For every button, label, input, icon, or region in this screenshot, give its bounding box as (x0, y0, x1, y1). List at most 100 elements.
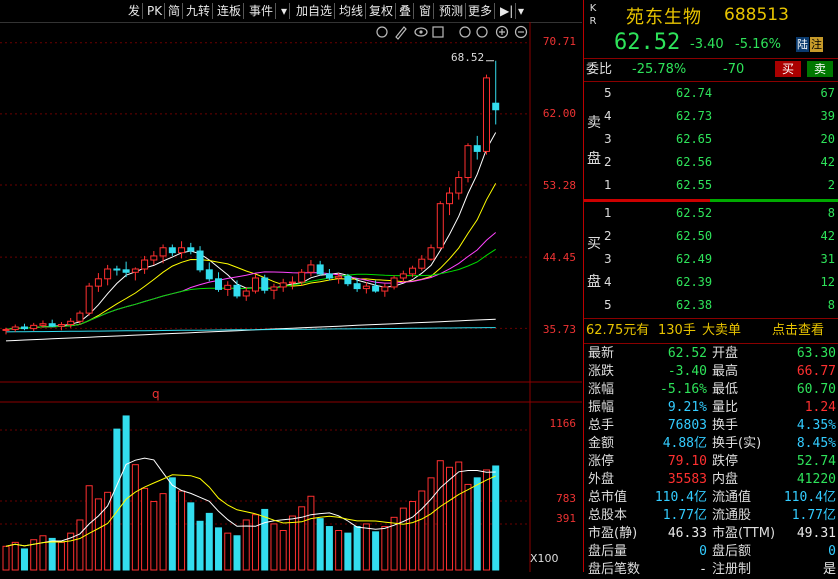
candle-body (307, 264, 315, 273)
candlestick-chart[interactable] (0, 22, 582, 572)
quote-value: 52.74 (796, 454, 836, 469)
candle-body (335, 275, 343, 279)
quote-value: -5.16% (660, 382, 707, 397)
volume-bar (307, 495, 315, 571)
volume-bar (473, 477, 481, 571)
candle-body (215, 278, 223, 290)
layout-icon[interactable] (432, 26, 444, 38)
volume-bar (362, 523, 370, 571)
toolbar-fa-button[interactable]: 发 (126, 3, 144, 19)
quote-label: 盘后笔数 (588, 562, 641, 577)
bid-row[interactable]: 3 62.49 31 (584, 249, 838, 270)
quote-label: 内盘 (712, 472, 739, 487)
volume-bar (399, 507, 407, 571)
candle-body (446, 192, 454, 205)
volume-bar (104, 491, 112, 571)
candle-body (455, 177, 463, 194)
quote-label: 总手 (588, 418, 615, 433)
quote-label: 盘后量 (588, 544, 628, 559)
toolbar-forecast-button[interactable]: 预测 (437, 3, 467, 19)
quote-label: 总市值 (588, 490, 628, 505)
toolbar-adjust-button[interactable]: 复权 (367, 3, 397, 19)
volume-bar (178, 490, 186, 571)
toolbar-lianban-button[interactable]: 连板 (215, 3, 245, 19)
toolbar-pk-button[interactable]: PK (145, 3, 166, 19)
volume-bar (150, 501, 158, 571)
ask-volume: 20 (820, 132, 835, 146)
volume-bar (381, 526, 389, 571)
toolbar-more-button[interactable]: 更多 (466, 3, 496, 19)
toolbar-jiuzhuan-button[interactable]: 九转 (184, 3, 214, 19)
volume-bar (233, 535, 241, 571)
quote-value: 63.30 (796, 346, 836, 361)
ask-row[interactable]: 4 62.73 39 (584, 106, 838, 127)
bid-volume: 31 (820, 252, 835, 266)
quote-label: 涨幅 (588, 382, 615, 397)
chart-area[interactable]: 70.71 62.00 53.28 44.45 35.73 1166 783 3… (0, 22, 582, 572)
big-order-view-link[interactable]: 点击查看 (772, 320, 824, 342)
candle-body (2, 328, 10, 331)
volume-bar (353, 526, 361, 571)
quote-value: 0 (828, 544, 836, 559)
toolbar-play-dropdown-icon[interactable]: ▾ (516, 3, 526, 19)
bid-row[interactable]: 5 62.38 8 (584, 295, 838, 316)
fullscreen-icon[interactable] (476, 26, 488, 38)
toolbar-simple-button[interactable]: 简 (166, 3, 184, 19)
bid-row[interactable]: 4 62.39 12 (584, 272, 838, 293)
quote-label: 最新 (588, 346, 615, 361)
candle-body (288, 281, 296, 284)
quote-value: - (699, 562, 707, 577)
bid-row[interactable]: 1 62.52 8 (584, 203, 838, 224)
target-icon[interactable] (459, 26, 471, 38)
quote-label: 振幅 (588, 400, 615, 415)
toolbar-ma-button[interactable]: 均线 (337, 3, 367, 19)
bid-volume: 12 (820, 275, 835, 289)
ask-level: 2 (604, 155, 612, 169)
quote-label: 量比 (712, 400, 739, 415)
volume-bar (187, 502, 195, 571)
chart-tool-icons[interactable] (376, 25, 528, 40)
price-tick-label: 62.00 (542, 107, 576, 120)
price-tick-label: 70.71 (542, 35, 576, 48)
candle-body (362, 285, 370, 290)
big-order-row[interactable]: 62.75元有 130手 大卖单 点击查看 (584, 320, 838, 342)
settings-icon[interactable] (376, 26, 388, 38)
sell-button[interactable]: 卖 (807, 61, 833, 77)
chart-toolbar: 发 PK 简 九转 连板 事件 ▾ 加自选 均线 复权 叠 窗 预测 更多 ▶|… (0, 0, 582, 23)
volume-bar (316, 518, 324, 571)
toolbar-overlay-button[interactable]: 叠 (397, 3, 415, 19)
toolbar-play-icon[interactable]: ▶| (498, 3, 517, 19)
buy-button[interactable]: 买 (775, 61, 801, 77)
candle-body (298, 271, 306, 283)
toolbar-events-button[interactable]: 事件 (247, 3, 277, 19)
quote-label: 外盘 (588, 472, 615, 487)
candle-body (492, 102, 500, 111)
quote-value: 110.4亿 (783, 490, 836, 505)
volume-bar (85, 485, 93, 571)
toolbar-add-watchlist-button[interactable]: 加自选 (294, 3, 336, 19)
candle-body (381, 286, 389, 292)
quote-value: 35583 (667, 472, 707, 487)
ask-row[interactable]: 2 62.56 42 (584, 152, 838, 173)
ask-row[interactable]: 1 62.55 2 (584, 175, 838, 196)
quote-label: 金额 (588, 436, 615, 451)
quote-label: 市盈(静) (588, 526, 638, 541)
price-tick-label: 44.45 (542, 251, 576, 264)
ask-volume: 67 (820, 86, 835, 100)
toolbar-events-dropdown-icon[interactable]: ▾ (279, 3, 291, 19)
toolbar-window-button[interactable]: 窗 (417, 3, 435, 19)
quote-value: 49.31 (796, 526, 836, 541)
draw-pen-icon[interactable] (395, 26, 407, 40)
ask-row[interactable]: 3 62.65 20 (584, 129, 838, 150)
volume-bar (205, 512, 213, 571)
bid-volume: 8 (827, 206, 835, 220)
volume-tick-label: 391 (556, 512, 576, 525)
volume-bar (113, 428, 121, 571)
ask-row[interactable]: 5 62.74 67 (584, 83, 838, 104)
volume-bar (251, 514, 259, 571)
volume-bar (325, 526, 333, 571)
bid-row[interactable]: 2 62.50 42 (584, 226, 838, 247)
quote-value: 110.4亿 (654, 490, 707, 505)
candle-body (168, 247, 176, 254)
volume-bar (344, 532, 352, 571)
